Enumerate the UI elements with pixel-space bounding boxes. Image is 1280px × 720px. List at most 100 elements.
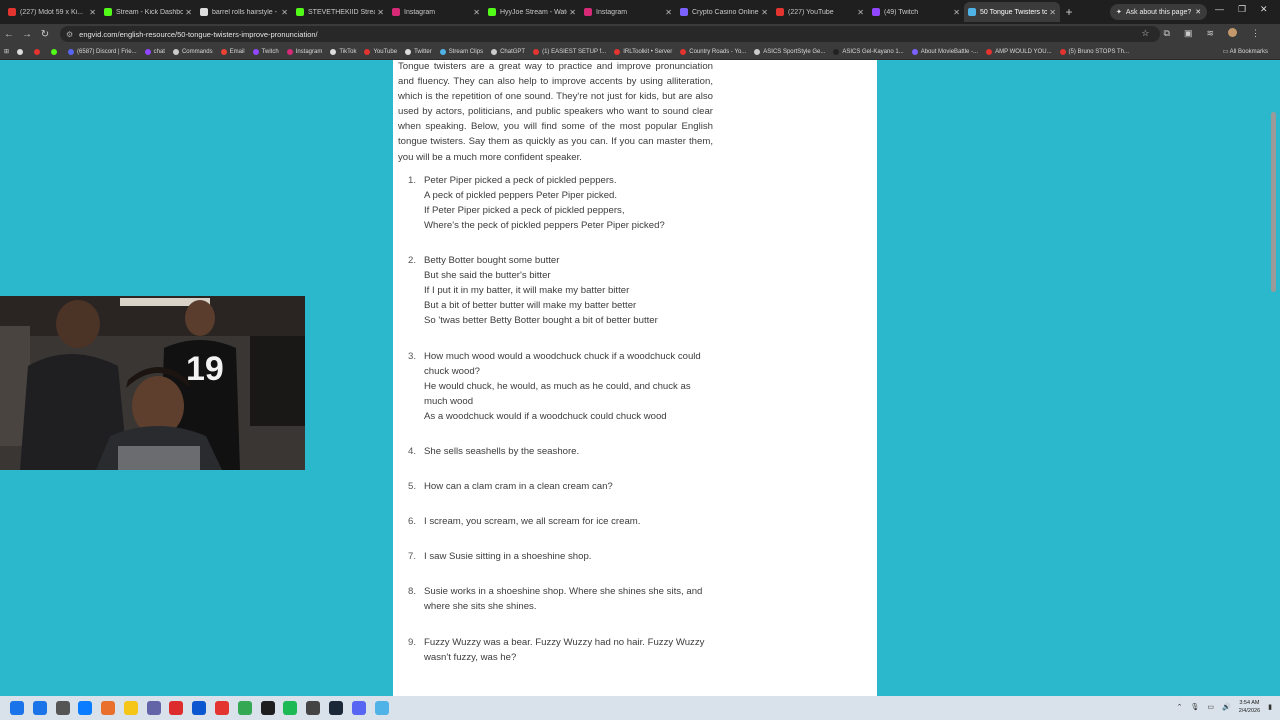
microphone-icon[interactable]: 🎙	[1190, 703, 1199, 711]
tab-close-icon[interactable]: ✕	[569, 8, 576, 17]
tab-close-icon[interactable]: ✕	[761, 8, 768, 17]
bookmark-item[interactable]: YouTube	[364, 48, 398, 55]
bookmark-item[interactable]: (1) EASIEST SETUP f...	[533, 48, 606, 55]
bookmark-item[interactable]: AMP WOULD YOU...	[986, 48, 1052, 55]
bookmark-item[interactable]	[17, 48, 26, 55]
maximize-button[interactable]: ❐	[1238, 4, 1246, 15]
tab-close-icon[interactable]: ✕	[89, 8, 96, 17]
new-tab-button[interactable]: +	[1060, 5, 1078, 19]
extensions-icon[interactable]: ⧉	[1164, 28, 1170, 39]
bookmark-item[interactable]: (6587) Discord | Frie...	[68, 48, 137, 55]
browser-tab[interactable]: barrel rolls hairstyle - ... ✕	[196, 2, 292, 22]
cast-icon[interactable]: ≋	[1206, 28, 1214, 39]
tab-close-icon[interactable]: ✕	[1049, 8, 1056, 17]
window-close-button[interactable]: ✕	[1260, 4, 1268, 15]
reload-button[interactable]: ↻	[36, 29, 54, 40]
taskbar-app-icon[interactable]	[374, 701, 389, 715]
scrollbar-thumb[interactable]	[1271, 112, 1276, 292]
browser-tab[interactable]: (227) Mdot 59 x Ki... ✕	[4, 2, 100, 22]
bookmark-item[interactable]: ASICS Gel-Kayano 1...	[833, 48, 904, 55]
browser-tab[interactable]: Stream - Kick Dashbo... ✕	[100, 2, 196, 22]
close-icon[interactable]: ✕	[1195, 8, 1201, 16]
bookmark-item[interactable]: Instagram	[286, 48, 322, 55]
start-icon[interactable]	[10, 701, 24, 715]
taskbar-app-icon[interactable]	[123, 701, 138, 715]
taskbar-app-icon[interactable]	[306, 701, 321, 715]
bookmark-item[interactable]: Email	[220, 48, 245, 55]
taskbar-app-icon[interactable]	[351, 701, 366, 715]
bookmark-item[interactable]: Stream Clips	[439, 48, 483, 55]
bookmark-label: Country Roads - Yo...	[689, 48, 747, 55]
network-icon[interactable]: ▭	[1207, 703, 1214, 711]
tab-close-icon[interactable]: ✕	[185, 8, 192, 17]
browser-tab[interactable]: (227) YouTube ✕	[772, 2, 868, 22]
menu-icon[interactable]: ⋮	[1251, 28, 1260, 39]
back-button[interactable]: ←	[0, 29, 18, 40]
taskbar-app-icon[interactable]	[55, 701, 70, 715]
clock[interactable]: 3:54 AM 2/4/2026	[1239, 699, 1260, 715]
url-text: engvid.com/english-resource/50-tongue-tw…	[79, 29, 318, 39]
page-scrollbar[interactable]	[1268, 60, 1280, 696]
bookmark-item[interactable]: Twitch	[252, 48, 279, 55]
bookmark-label: About MovieBattle -...	[920, 48, 979, 55]
list-item-number: 2.	[407, 255, 416, 267]
bookmark-label: YouTube	[373, 48, 398, 55]
chevron-up-icon[interactable]: ⌃	[1177, 703, 1183, 711]
bookmark-item[interactable]	[51, 48, 60, 55]
sidebar-icon[interactable]: ▣	[1184, 28, 1193, 39]
tab-close-icon[interactable]: ✕	[857, 8, 864, 17]
browser-tab[interactable]: HyyJoe Stream - Watch...✕	[484, 2, 580, 22]
list-item: 6. I scream, you scream, we all scream fo…	[398, 514, 713, 529]
bookmark-item[interactable]: chat	[144, 48, 165, 55]
twister-line: Where's the peck of pickled peppers Pete…	[424, 219, 665, 231]
list-item: 4. She sells seashells by the seashore.	[398, 444, 713, 459]
taskbar-app-icon[interactable]	[192, 701, 207, 715]
taskbar-app-icon[interactable]	[146, 701, 161, 715]
browser-tab[interactable]: STEVETHEKIID Stream...✕	[292, 2, 388, 22]
apps-icon[interactable]: ⊞	[4, 48, 9, 55]
bookmark-item[interactable]: TikTok	[330, 48, 357, 55]
tab-favicon-icon	[968, 8, 976, 16]
ask-about-page-button[interactable]: ✦ Ask about this page? ✕	[1110, 4, 1208, 20]
browser-tab[interactable]: Instagram ✕	[580, 2, 676, 22]
taskbar-app-icon[interactable]	[328, 701, 343, 715]
tab-title: barrel rolls hairstyle - ...	[212, 8, 280, 16]
taskbar-app-icon[interactable]	[260, 701, 275, 715]
notification-icon[interactable]: ▮	[1268, 703, 1272, 711]
bookmark-item[interactable]: Country Roads - Yo...	[680, 48, 747, 55]
taskbar-app-icon[interactable]	[283, 701, 298, 715]
bookmark-star-icon[interactable]: ☆	[1141, 28, 1149, 39]
browser-tab[interactable]: Instagram ✕	[388, 2, 484, 22]
bookmark-item[interactable]: ChatGPT	[491, 48, 525, 55]
bookmark-label: TikTok	[339, 48, 357, 55]
tab-close-icon[interactable]: ✕	[953, 8, 960, 17]
taskbar-app-icon[interactable]	[32, 701, 47, 715]
taskbar-app-icon[interactable]	[101, 701, 116, 715]
site-info-icon[interactable]: ⚙	[66, 30, 73, 39]
taskbar-app-icon[interactable]	[169, 701, 184, 715]
bookmark-item[interactable]: (5) Bruno STOPS Th...	[1059, 48, 1129, 55]
profile-avatar[interactable]	[1228, 28, 1237, 37]
volume-icon[interactable]: 🔊	[1222, 703, 1231, 711]
minimize-button[interactable]: —	[1215, 4, 1224, 14]
taskbar-app-icon[interactable]	[215, 701, 230, 715]
tab-close-icon[interactable]: ✕	[377, 8, 384, 17]
bookmark-item[interactable]: IRLToolkit • Server	[614, 48, 672, 55]
tab-close-icon[interactable]: ✕	[665, 8, 672, 17]
bookmark-item[interactable]	[34, 48, 43, 55]
browser-tab[interactable]: 50 Tongue Twisters to ...✕	[964, 2, 1060, 22]
forward-button[interactable]: →	[18, 29, 36, 40]
bookmark-item[interactable]: About MovieBattle -...	[911, 48, 979, 55]
bookmark-item[interactable]: ASICS SportStyle Ge...	[754, 48, 825, 55]
bookmark-favicon-icon	[833, 48, 840, 55]
taskbar-app-icon[interactable]	[78, 701, 93, 715]
all-bookmarks-button[interactable]: ▭ All Bookmarks	[1223, 48, 1268, 55]
tab-close-icon[interactable]: ✕	[281, 8, 288, 17]
taskbar-app-icon[interactable]	[237, 701, 252, 715]
address-bar[interactable]: ⚙ engvid.com/english-resource/50-tongue-…	[60, 26, 1160, 42]
browser-tab[interactable]: (49) Twitch ✕	[868, 2, 964, 22]
bookmark-item[interactable]: Twitter	[405, 48, 432, 55]
tab-close-icon[interactable]: ✕	[473, 8, 480, 17]
browser-tab[interactable]: Crypto Casino Online ✕	[676, 2, 772, 22]
bookmark-item[interactable]: Commands	[172, 48, 213, 55]
